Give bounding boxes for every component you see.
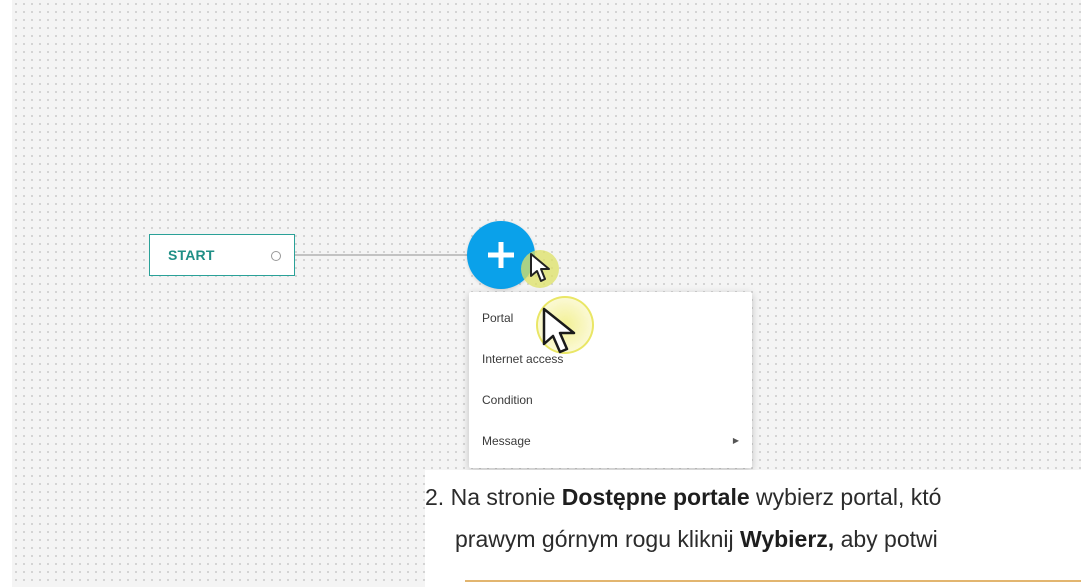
start-node-label: START <box>168 247 215 263</box>
instruction-bold-text: Dostępne portale <box>561 484 750 510</box>
menu-item-label: Portal <box>482 311 514 325</box>
connector-line <box>279 254 470 256</box>
instruction-text: aby potwi <box>834 526 938 552</box>
menu-item-portal[interactable]: Portal <box>469 298 752 338</box>
start-node[interactable]: START <box>149 234 295 276</box>
menu-item-condition[interactable]: Condition <box>469 380 752 420</box>
menu-item-internet-access[interactable]: Internet access <box>469 339 752 379</box>
divider <box>465 580 1081 582</box>
instruction-text: Na stronie <box>450 484 562 510</box>
step-number: 2. <box>425 484 445 510</box>
add-node-context-menu: Portal Internet access Condition Message… <box>469 292 752 468</box>
instruction-bold-text: Wybierz, <box>740 526 835 552</box>
instruction-line-1: 2. Na stronie Dostępne portale wybierz p… <box>425 484 941 511</box>
menu-item-label: Message <box>482 434 531 448</box>
instruction-line-2: prawym górnym rogu kliknij Wybierz, aby … <box>455 526 938 553</box>
menu-item-label: Condition <box>482 393 533 407</box>
mouse-cursor-icon <box>542 307 576 354</box>
instruction-text: prawym górnym rogu kliknij <box>455 526 741 552</box>
chevron-right-icon: ▶ <box>732 436 739 445</box>
instruction-text: wybierz portal, któ <box>749 484 942 510</box>
documentation-panel: 2. Na stronie Dostępne portale wybierz p… <box>425 470 1081 587</box>
start-node-output-port[interactable] <box>271 251 281 261</box>
mouse-cursor-icon <box>530 253 550 282</box>
menu-item-message[interactable]: Message ▶ <box>469 421 752 461</box>
plus-icon <box>488 242 514 268</box>
